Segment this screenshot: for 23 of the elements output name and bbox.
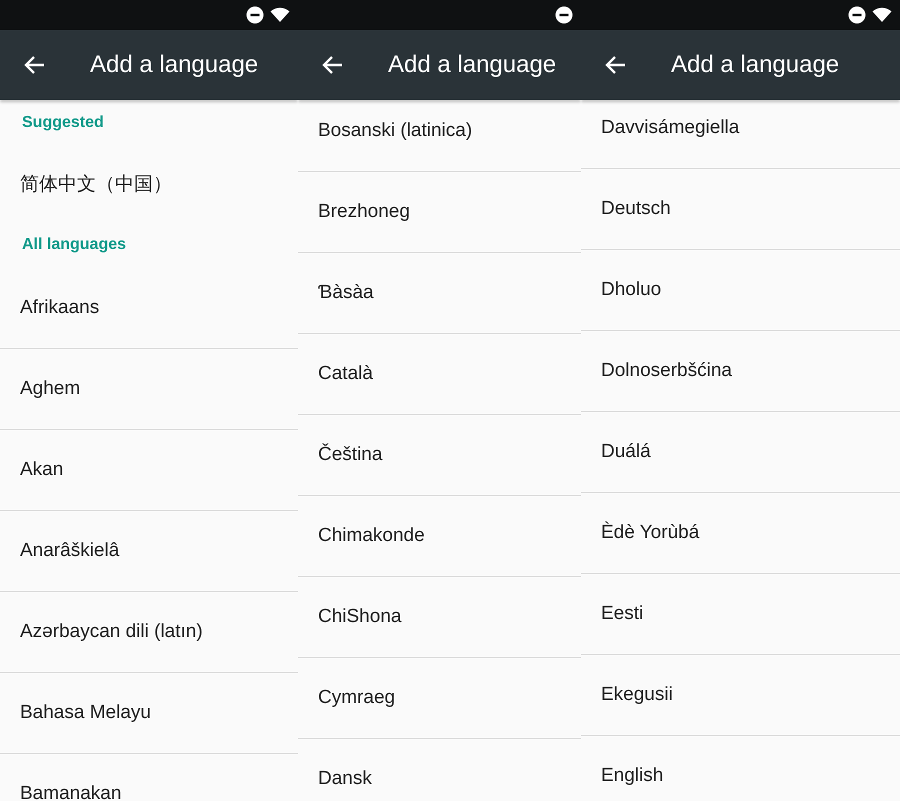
section-header: Suggested	[22, 114, 104, 132]
language-item[interactable]: 简体中文（中国）	[0, 146, 298, 222]
language-item[interactable]: Eesti	[581, 574, 900, 655]
app-bar-title: Add a language	[671, 51, 840, 79]
section-header: All languages	[22, 236, 126, 254]
language-item[interactable]: Dolnoserbšćina	[581, 331, 900, 412]
back-arrow-icon[interactable]	[605, 54, 627, 76]
app-bar-title: Add a language	[388, 51, 556, 79]
language-item[interactable]: Davvisámegiella	[581, 100, 900, 169]
language-item[interactable]: Duálá	[581, 412, 900, 493]
language-item[interactable]: Dholuo	[581, 250, 900, 331]
do-not-disturb-icon	[246, 6, 264, 24]
language-item[interactable]: Deutsch	[581, 169, 900, 250]
back-arrow-icon[interactable]	[322, 54, 344, 76]
language-item[interactable]: Ekegusii	[581, 655, 900, 736]
do-not-disturb-icon	[848, 6, 866, 24]
wifi-icon	[872, 7, 892, 23]
app-bar-title: Add a language	[90, 51, 258, 79]
language-item[interactable]: English	[581, 736, 900, 801]
wifi-icon	[270, 7, 290, 23]
language-item[interactable]: Èdè Yorùbá	[581, 493, 900, 574]
do-not-disturb-icon	[555, 6, 573, 24]
back-arrow-icon[interactable]	[24, 54, 46, 76]
